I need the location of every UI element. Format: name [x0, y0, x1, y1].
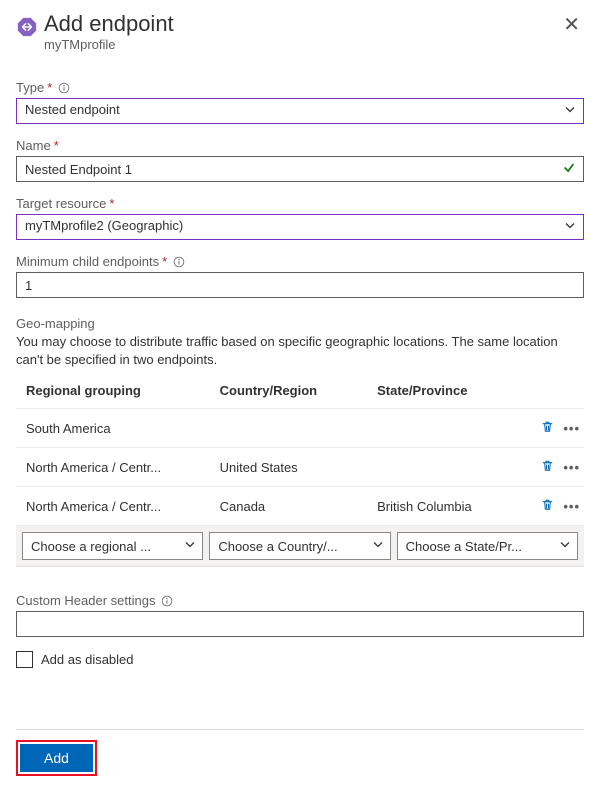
cell-country: Canada: [210, 487, 368, 526]
customheaders-label: Custom Header settings: [16, 593, 155, 608]
cell-state: [367, 409, 524, 448]
add-as-disabled-checkbox[interactable]: Add as disabled: [16, 651, 584, 668]
info-icon[interactable]: [58, 82, 70, 94]
add-state-select[interactable]: Choose a State/Pr...: [397, 532, 578, 560]
info-icon[interactable]: [173, 256, 185, 268]
required-asterisk: *: [109, 196, 114, 211]
geo-table: Regional grouping Country/Region State/P…: [16, 373, 584, 526]
chevron-down-icon: [372, 539, 384, 554]
geomapping-desc: You may choose to distribute traffic bas…: [16, 333, 584, 369]
name-input[interactable]: [16, 156, 584, 182]
minchild-label: Minimum child endpoints: [16, 254, 159, 269]
page-title: Add endpoint: [44, 12, 559, 36]
geomapping-label: Geo-mapping: [16, 316, 584, 331]
cell-country: [210, 409, 368, 448]
table-row: North America / Centr... United States •…: [16, 448, 584, 487]
valid-check-icon: [562, 161, 576, 178]
geo-add-row: Choose a regional ... Choose a Country/.…: [16, 526, 584, 567]
cell-region: South America: [16, 409, 210, 448]
table-row: North America / Centr... Canada British …: [16, 487, 584, 526]
more-icon[interactable]: •••: [563, 499, 580, 514]
chevron-down-icon: [184, 539, 196, 554]
page-subtitle: myTMprofile: [44, 37, 559, 52]
required-asterisk: *: [54, 138, 59, 153]
add-state-placeholder: Choose a State/Pr...: [406, 539, 522, 554]
target-label: Target resource: [16, 196, 106, 211]
delete-icon[interactable]: [540, 458, 555, 476]
cell-region: North America / Centr...: [16, 448, 210, 487]
delete-icon[interactable]: [540, 419, 555, 437]
add-country-select[interactable]: Choose a Country/...: [209, 532, 390, 560]
col-state: State/Province: [367, 373, 524, 409]
type-label: Type: [16, 80, 44, 95]
name-label: Name: [16, 138, 51, 153]
cell-state: [367, 448, 524, 487]
add-button-label: Add: [20, 744, 93, 772]
close-icon[interactable]: ✕: [559, 8, 584, 41]
more-icon[interactable]: •••: [563, 460, 580, 475]
table-row: South America •••: [16, 409, 584, 448]
delete-icon[interactable]: [540, 497, 555, 515]
more-icon[interactable]: •••: [563, 421, 580, 436]
add-region-placeholder: Choose a regional ...: [31, 539, 151, 554]
cell-country: United States: [210, 448, 368, 487]
chevron-down-icon: [559, 539, 571, 554]
col-country: Country/Region: [210, 373, 368, 409]
col-region: Regional grouping: [16, 373, 210, 409]
cell-region: North America / Centr...: [16, 487, 210, 526]
add-button[interactable]: Add: [16, 740, 97, 776]
customheaders-input[interactable]: [16, 611, 584, 637]
add-as-disabled-label: Add as disabled: [41, 652, 134, 667]
minchild-input[interactable]: [16, 272, 584, 298]
checkbox-box[interactable]: [16, 651, 33, 668]
endpoint-icon: [16, 16, 38, 38]
cell-state: British Columbia: [367, 487, 524, 526]
info-icon[interactable]: [161, 595, 173, 607]
required-asterisk: *: [162, 254, 167, 269]
type-select[interactable]: Nested endpoint: [16, 98, 584, 124]
target-resource-select[interactable]: myTMprofile2 (Geographic): [16, 214, 584, 240]
required-asterisk: *: [47, 80, 52, 95]
add-region-select[interactable]: Choose a regional ...: [22, 532, 203, 560]
add-country-placeholder: Choose a Country/...: [218, 539, 337, 554]
